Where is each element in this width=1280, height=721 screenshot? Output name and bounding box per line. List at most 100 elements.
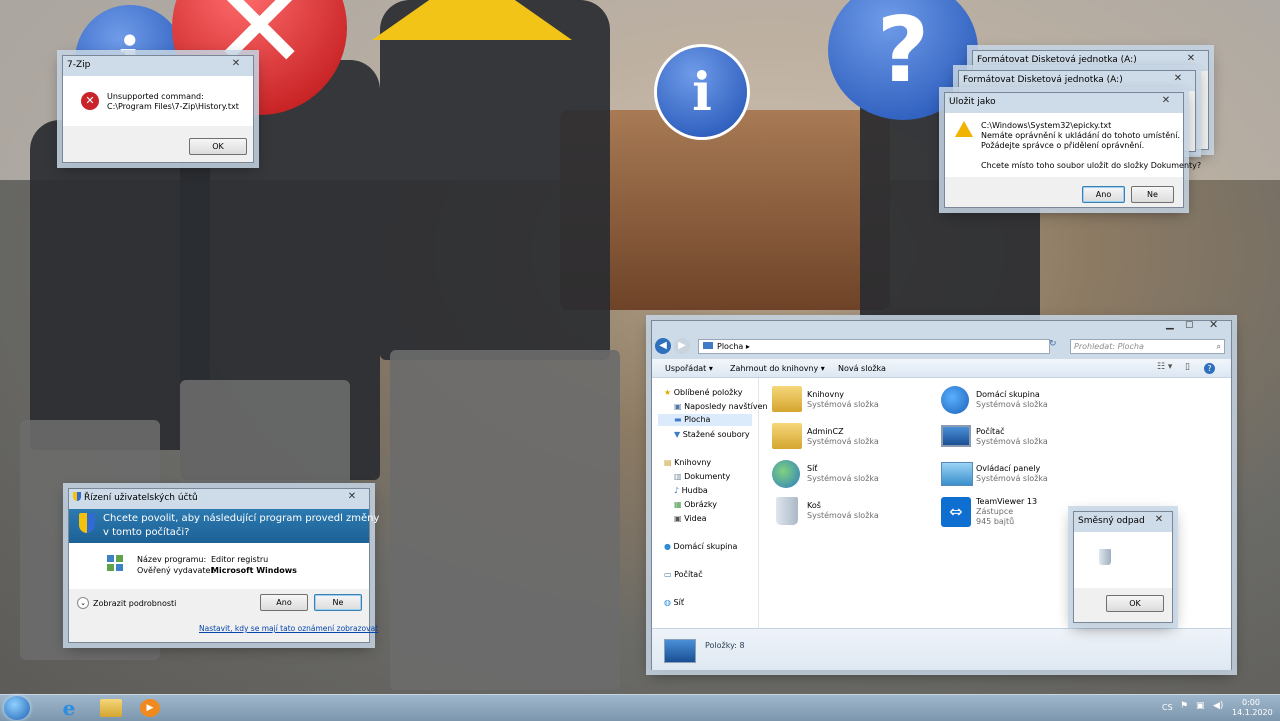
yes-button[interactable]: Ano [260, 594, 308, 611]
control-panel-icon [941, 462, 973, 486]
info-icon: i [657, 47, 747, 137]
list-item[interactable]: Knihovny Systémová složka [772, 384, 932, 416]
language-indicator[interactable]: CS [1162, 703, 1173, 713]
network-tray-icon[interactable]: ▣ [1196, 701, 1205, 711]
nav-documents[interactable]: ▥ Dokumenty [674, 472, 730, 481]
item-name: Domácí skupina [976, 390, 1040, 399]
list-item[interactable]: Koš Systémová složka [772, 495, 932, 527]
close-button[interactable]: ✕ [1153, 94, 1179, 108]
zip-error-dialog: 7-Zip ✕ ✕ Unsupported command: C:\Progra… [62, 55, 254, 163]
search-placeholder: Prohledat: Plocha [1074, 342, 1144, 351]
computer-icon [941, 425, 971, 447]
organize-menu[interactable]: Uspořádat ▾ [665, 364, 713, 373]
documents-icon: ▥ [674, 472, 682, 481]
no-button[interactable]: Ne [314, 594, 362, 611]
close-button[interactable]: ✕ [1209, 318, 1218, 331]
item-name: Počítač [976, 427, 1005, 436]
uac-dialog: Řízení uživatelských účtů ✕ Chcete povol… [68, 488, 379, 643]
nav-videos[interactable]: ▣ Videa [674, 514, 707, 523]
close-button[interactable]: ✕ [339, 490, 365, 504]
close-button[interactable]: ✕ [1165, 72, 1191, 86]
error-icon: ✕ [81, 92, 99, 110]
clock-time[interactable]: 0:00 [1242, 698, 1260, 708]
computer-icon: ▭ [664, 570, 672, 579]
homegroup-icon [941, 386, 969, 414]
warning-icon [955, 121, 973, 137]
maximize-button[interactable]: ▢ [1185, 320, 1194, 330]
flag-icon[interactable]: ⚑ [1180, 701, 1188, 711]
show-details-link[interactable]: Zobrazit podrobnosti [93, 599, 176, 609]
dialog-title: Směsný odpad [1078, 516, 1145, 526]
list-item[interactable]: Síť Systémová složka [772, 458, 932, 490]
funny-dialog: Směsný odpad ✕ OK [1073, 511, 1173, 623]
chevron-down-icon[interactable]: ⌄ [77, 597, 89, 609]
explorer-icon[interactable] [100, 699, 122, 717]
close-button[interactable]: ✕ [1146, 513, 1172, 527]
back-button[interactable]: ◀ [655, 338, 671, 354]
message-line: Nemáte oprávnění k ukládání do tohoto um… [981, 131, 1180, 140]
refresh-button[interactable]: ↻ [1049, 339, 1057, 349]
include-library-menu[interactable]: Zahrnout do knihovny ▾ [730, 364, 825, 373]
address-bar[interactable]: Plocha ▸ [698, 339, 1050, 354]
minimize-button[interactable]: ▁ [1166, 319, 1174, 330]
taskbar: e ▶ CS ⚑ ▣ ◀) 0:00 14.1.2020 [0, 694, 1280, 721]
list-item[interactable]: Domácí skupina Systémová složka [941, 384, 1121, 416]
item-type: Systémová složka [976, 400, 1048, 409]
message-path: C:\Windows\System32\epicky.txt [981, 121, 1112, 130]
view-options-icon[interactable]: ☷ ▾ [1157, 362, 1172, 372]
help-icon[interactable]: ? [1204, 363, 1215, 374]
nav-recent[interactable]: ▣ Naposledy navštíven [674, 402, 768, 411]
start-button[interactable] [4, 696, 30, 720]
nav-desktop[interactable]: ▬ Plocha [658, 414, 752, 426]
message-question: Chcete místo toho soubor uložit do složk… [981, 161, 1202, 170]
close-button[interactable]: ✕ [1178, 52, 1204, 66]
item-type: Systémová složka [807, 400, 879, 409]
program-value: Editor registru [211, 555, 269, 564]
volume-icon[interactable]: ◀) [1213, 701, 1223, 711]
item-name: Síť [807, 464, 818, 473]
clock-date[interactable]: 14.1.2020 [1232, 708, 1273, 718]
libraries-icon [772, 386, 802, 412]
list-item[interactable]: Počítač Systémová složka [941, 421, 1121, 453]
new-folder-button[interactable]: Nová složka [838, 364, 886, 373]
nav-network[interactable]: ◍ Síť [664, 598, 684, 607]
nav-downloads[interactable]: ▼ Stažené soubory [674, 430, 750, 439]
publisher-value: Microsoft Windows [211, 566, 297, 575]
program-label: Název programu: [137, 555, 207, 564]
dialog-title: Formátovat Disketová jednotka (A:) [977, 55, 1137, 65]
pictures-icon: ▦ [674, 500, 682, 509]
homegroup-icon: ● [664, 542, 671, 551]
item-type: Zástupce [976, 507, 1014, 516]
item-size: 945 bajtů [976, 517, 1015, 526]
ok-button[interactable]: OK [1106, 595, 1164, 612]
recycle-bin-icon [776, 497, 798, 525]
search-input[interactable]: Prohledat: Plocha ⌕ [1070, 339, 1225, 354]
internet-explorer-icon[interactable]: e [58, 697, 80, 719]
ok-button[interactable]: OK [189, 138, 247, 155]
media-player-icon[interactable]: ▶ [140, 699, 160, 717]
message-line: Unsupported command: [107, 92, 204, 101]
preview-pane-icon[interactable]: ▯ [1185, 362, 1190, 372]
nav-music[interactable]: ♪ Hudba [674, 486, 708, 495]
item-type: Systémová složka [807, 437, 879, 446]
nav-homegroup[interactable]: ● Domácí skupina [664, 542, 737, 551]
nav-pictures[interactable]: ▦ Obrázky [674, 500, 717, 509]
yes-button[interactable]: Ano [1082, 186, 1125, 203]
item-type: Systémová složka [976, 437, 1048, 446]
forward-button[interactable]: ▶ [674, 338, 690, 354]
dialog-title: 7-Zip [67, 60, 91, 70]
dialog-title: Uložit jako [949, 97, 996, 107]
no-button[interactable]: Ne [1131, 186, 1174, 203]
message-line: Požádejte správce o přidělení oprávnění. [981, 141, 1145, 150]
item-type: Systémová složka [807, 474, 879, 483]
recycle-bin-icon [1099, 549, 1111, 565]
uac-settings-link[interactable]: Nastavit, kdy se mají tato oznámení zobr… [199, 624, 378, 634]
close-button[interactable]: ✕ [223, 57, 249, 71]
nav-libraries[interactable]: ▤ Knihovny [664, 458, 711, 467]
star-icon: ★ [664, 388, 672, 397]
desktop-small-icon [703, 342, 713, 349]
list-item[interactable]: Ovládací panely Systémová složka [941, 458, 1121, 490]
list-item[interactable]: AdminCZ Systémová složka [772, 421, 932, 453]
nav-computer[interactable]: ▭ Počítač [664, 570, 703, 579]
nav-favorites[interactable]: ★ Oblíbené položky [664, 388, 742, 397]
